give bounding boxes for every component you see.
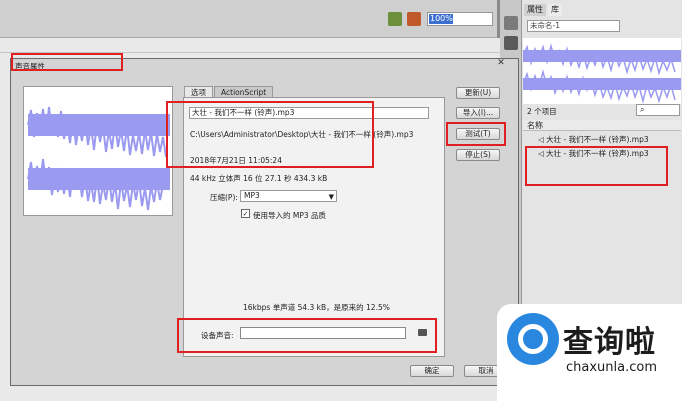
highlight-dialog-title xyxy=(11,53,123,71)
update-button[interactable]: 更新(U) xyxy=(456,87,500,99)
ok-button[interactable]: 确定 xyxy=(410,365,454,377)
library-preview-waveform xyxy=(522,38,681,104)
sound-waveform-preview xyxy=(23,86,173,216)
waveform-graphic xyxy=(27,106,170,211)
zoom-select[interactable]: 100% xyxy=(427,12,493,26)
highlight-sound-info xyxy=(166,101,374,168)
highlight-device-sound xyxy=(177,318,437,353)
dialog-close-button[interactable]: ✕ xyxy=(486,58,516,69)
chevron-down-icon: ▼ xyxy=(328,193,334,201)
edit-symbol-icon[interactable] xyxy=(388,12,402,26)
properties-icon[interactable] xyxy=(504,16,518,30)
library-item-count: 2 个项目 xyxy=(527,107,557,116)
library-search-input[interactable]: ⌕ xyxy=(636,104,680,116)
library-item[interactable]: ◁ 大壮 - 我们不一样 (铃声).mp3 xyxy=(538,134,649,145)
compress-select[interactable]: MP3 ▼ xyxy=(240,190,337,202)
library-item-label: 大壮 - 我们不一样 (铃声).mp3 xyxy=(546,135,649,144)
edit-scene-icon[interactable] xyxy=(407,12,421,26)
watermark-url: chaxunla.com xyxy=(566,360,657,375)
watermark-logo-ring xyxy=(518,324,548,354)
sound-format-info: 44 kHz 立体声 16 位 27.1 秒 434.3 kB xyxy=(190,174,328,183)
import-button[interactable]: 导入(I)... xyxy=(456,107,500,119)
highlight-test-button xyxy=(446,122,506,146)
sound-icon: ◁ xyxy=(538,135,544,144)
zoom-value: 100% xyxy=(429,14,453,24)
library-icon[interactable] xyxy=(504,36,518,50)
tab-library[interactable]: 库 xyxy=(548,4,562,16)
use-imported-quality-checkbox[interactable]: ✓ xyxy=(241,209,250,218)
library-column-name[interactable]: 名称 xyxy=(523,120,681,131)
search-icon: ⌕ xyxy=(640,105,645,114)
tab-properties[interactable]: 属性 xyxy=(524,4,546,16)
stage-toolbar xyxy=(0,0,497,38)
stop-button[interactable]: 停止(S) xyxy=(456,149,500,161)
waveform-graphic xyxy=(522,43,681,104)
watermark-brand: 查询啦 xyxy=(563,325,656,360)
highlight-library-item xyxy=(525,146,668,186)
compress-label: 压缩(P): xyxy=(210,193,238,202)
library-document-select[interactable]: 未命名-1 xyxy=(527,20,620,32)
use-imported-quality-label: 使用导入的 MP3 品质 xyxy=(253,211,327,220)
compress-value: MP3 xyxy=(244,191,260,200)
bitrate-info: 16kbps 单声道 54.3 kB，是原来的 12.5% xyxy=(243,303,390,312)
